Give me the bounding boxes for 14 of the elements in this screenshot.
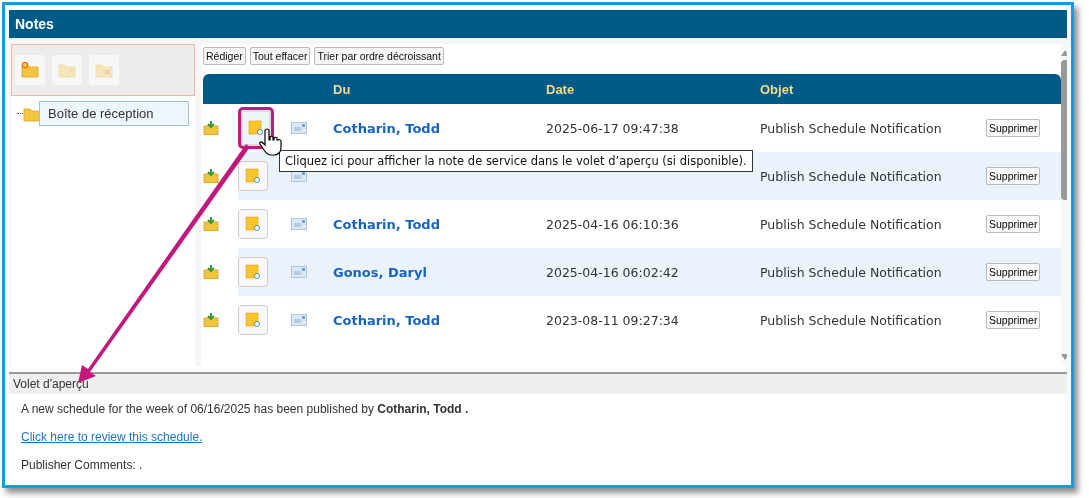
date-cell: 2025-04-16 06:02:42 [546, 264, 679, 280]
preview-message: A new schedule for the week of 06/16/2025 has been published by Cotharin, Todd . [21, 402, 470, 416]
subject-cell: Publish Schedule Notification [760, 120, 942, 136]
publisher-comments: Publisher Comments: . [21, 458, 144, 472]
subject-cell: Publish Schedule Notification [760, 168, 942, 184]
window-title: Notes [9, 10, 1067, 38]
subject-cell: Publish Schedule Notification [760, 216, 942, 232]
date-cell: 2025-04-16 06:10:36 [546, 216, 679, 232]
date-cell: 2023-08-11 09:27:34 [546, 312, 679, 328]
subject-cell: Publish Schedule Notification [760, 264, 942, 280]
date-cell: 2025-06-17 09:47:38 [546, 120, 679, 136]
subject-cell: Publish Schedule Notification [760, 312, 942, 328]
tooltip: Cliquez ici pour afficher la note de service dans le volet d’aperçu (si disponible). [279, 150, 753, 172]
pane-header: Volet d'aperçu [9, 372, 1067, 394]
